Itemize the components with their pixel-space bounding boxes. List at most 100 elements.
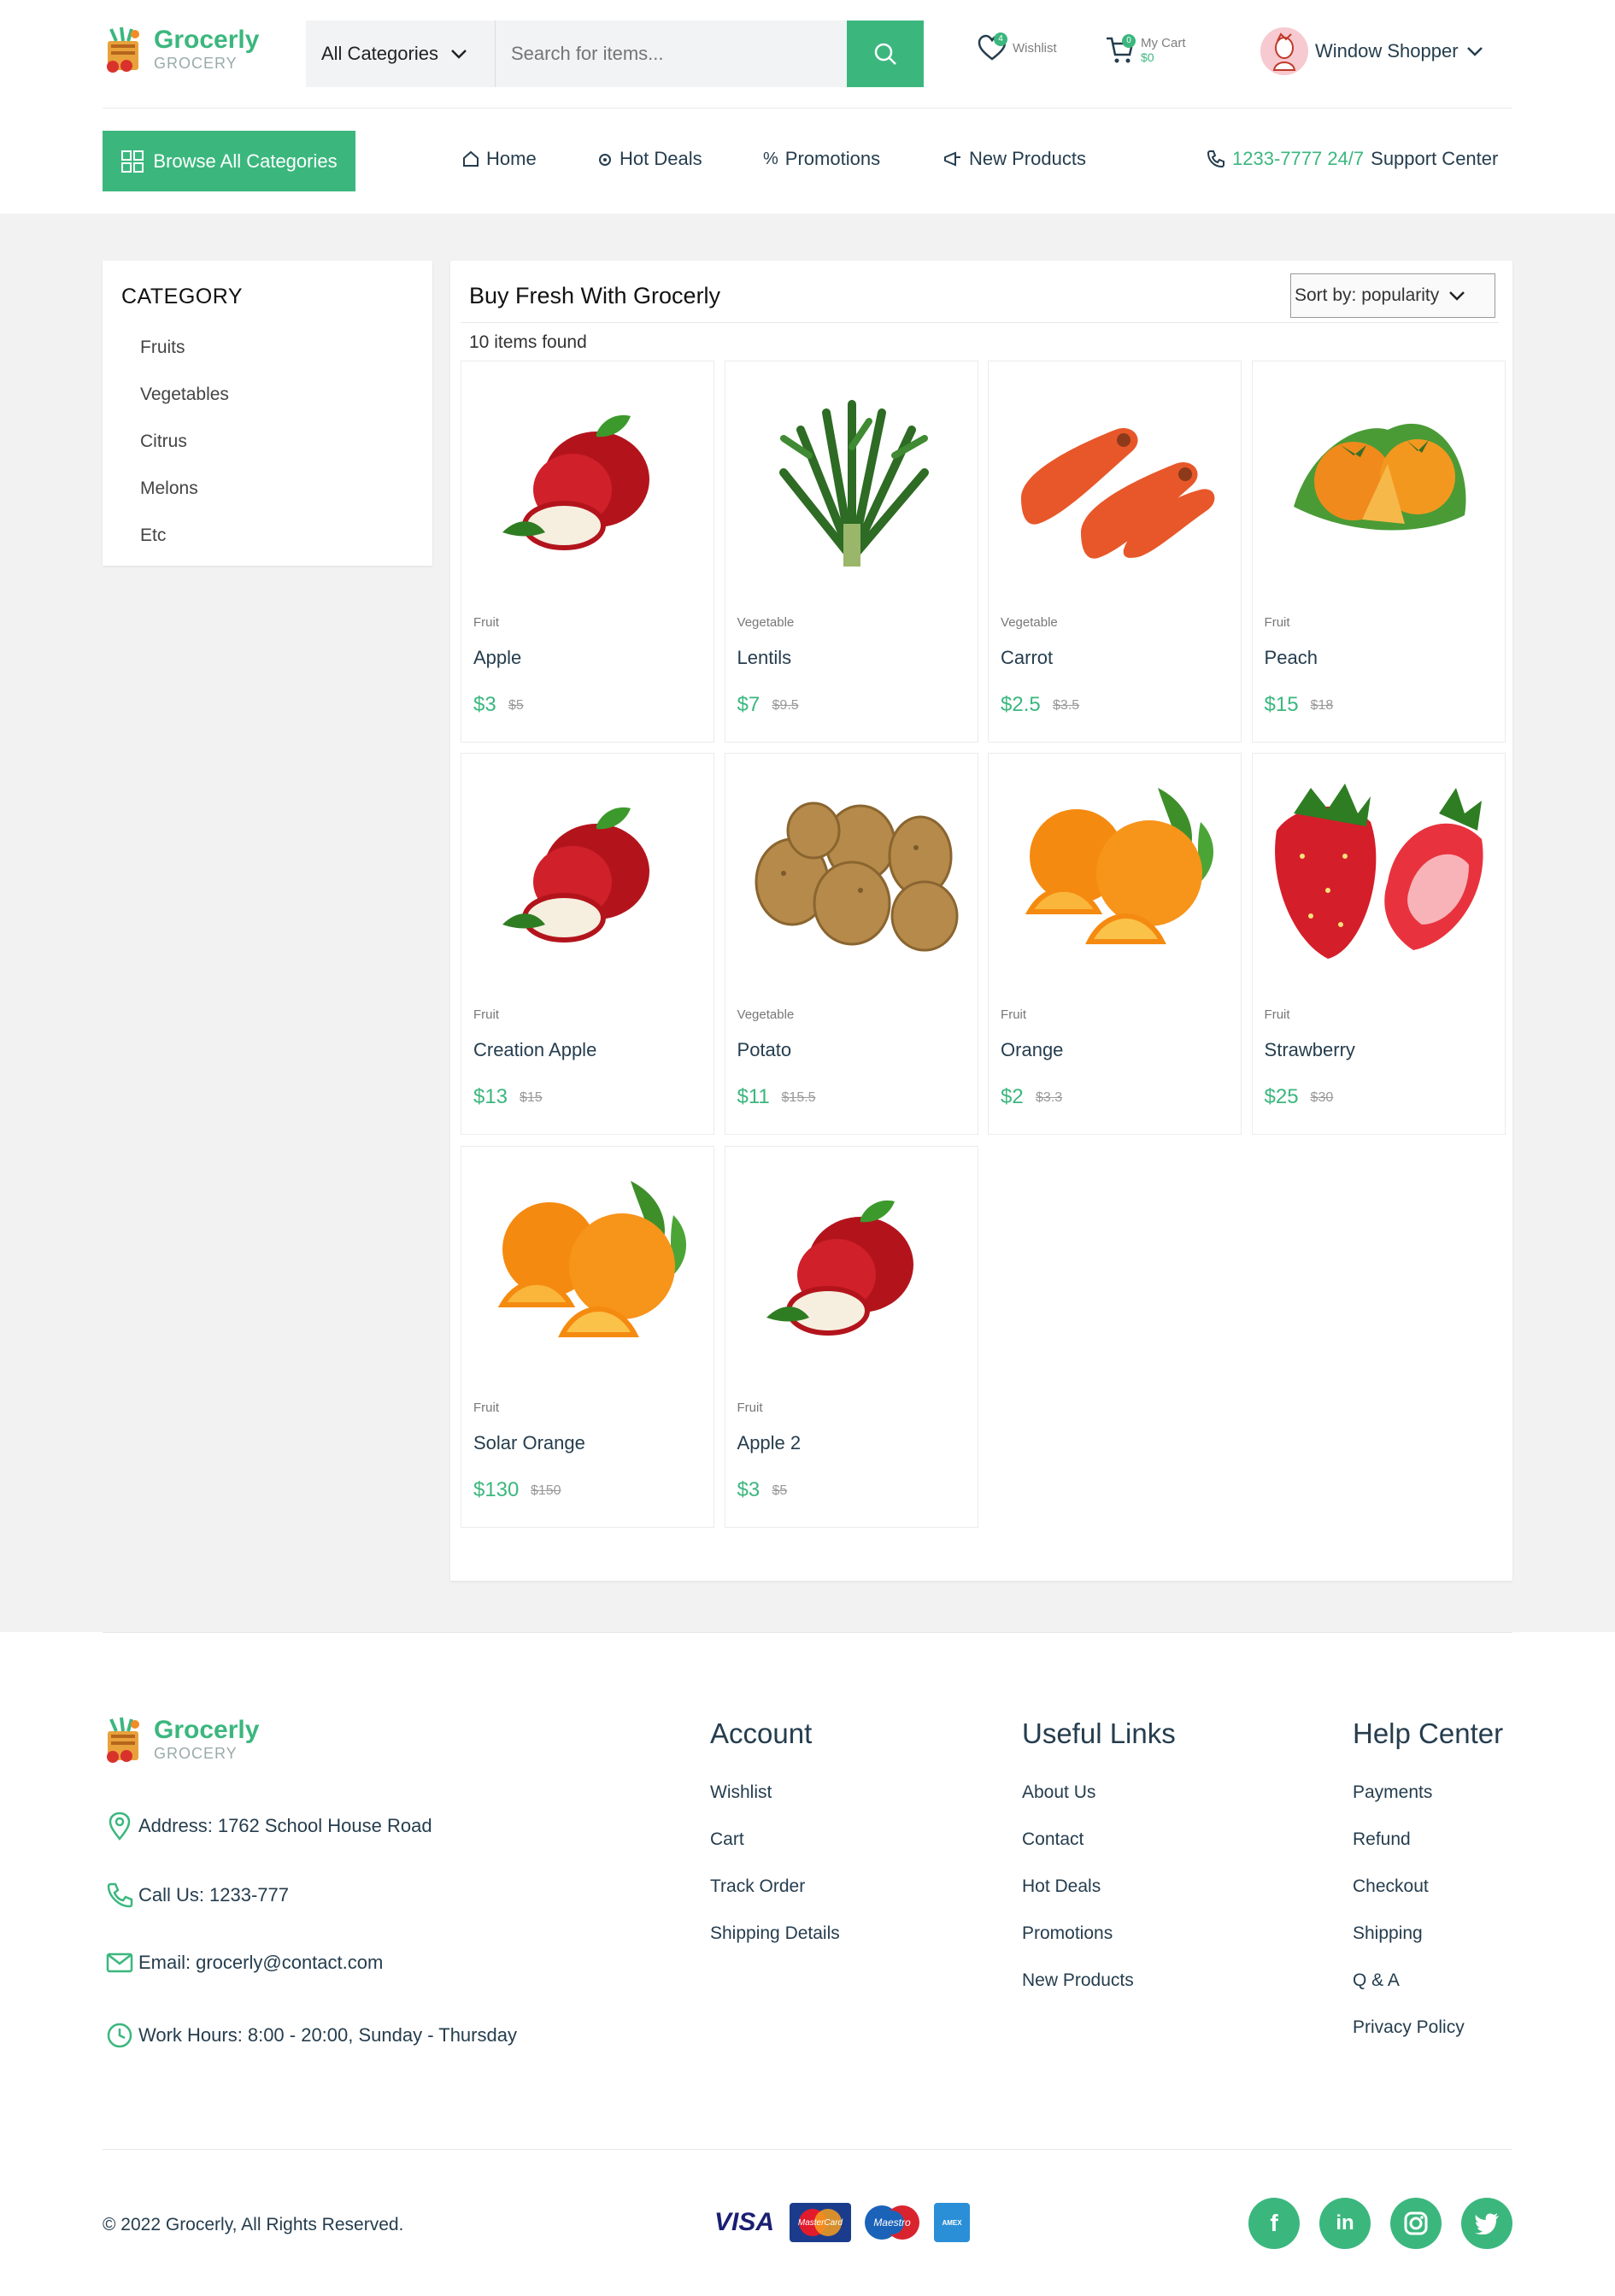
chevron-down-icon <box>451 50 467 59</box>
email-value[interactable]: grocerly@contact.com <box>196 1952 383 1974</box>
product-image-persimmon[interactable] <box>1260 370 1499 584</box>
product-name[interactable]: Orange <box>1001 1039 1063 1061</box>
user-name: Window Shopper <box>1315 40 1459 62</box>
nav-home[interactable]: Home <box>462 148 537 170</box>
browse-categories-button[interactable]: Browse All Categories <box>103 131 355 191</box>
product-image-apple[interactable] <box>468 370 708 584</box>
megaphone-icon <box>944 151 960 167</box>
category-item-vegetables[interactable]: Vegetables <box>140 378 229 425</box>
product-name[interactable]: Strawberry <box>1265 1039 1355 1061</box>
product-name[interactable]: Apple 2 <box>737 1432 802 1454</box>
footer-brand-name: Grocerly <box>154 1716 260 1744</box>
category-item-citrus[interactable]: Citrus <box>140 425 229 472</box>
footer-link-new-products[interactable]: New Products <box>1022 1970 1176 2017</box>
mastercard-label: MasterCard <box>797 2217 843 2228</box>
product-old-price: $5 <box>508 698 524 713</box>
footer-link-about[interactable]: About Us <box>1022 1782 1176 1829</box>
footer-link-promotions[interactable]: Promotions <box>1022 1923 1176 1970</box>
copyright: © 2022 Grocerly, All Rights Reserved. <box>103 2215 404 2234</box>
product-image-orange[interactable] <box>995 762 1235 976</box>
support-link[interactable]: 1233-7777 24/7 Support Center <box>1207 148 1498 170</box>
product-card[interactable]: Vegetable Lentils $7 $9.5 <box>724 361 978 743</box>
product-name[interactable]: Solar Orange <box>473 1432 585 1454</box>
category-item-melons[interactable]: Melons <box>140 472 229 519</box>
facebook-icon[interactable]: f <box>1248 2198 1300 2249</box>
footer-top-divider <box>103 1632 1512 1633</box>
product-price: $25 <box>1264 1085 1299 1109</box>
product-image-carrot[interactable] <box>995 370 1235 584</box>
footer-link-qa[interactable]: Q & A <box>1353 1970 1503 2017</box>
category-sidebar: CATEGORY Fruits Vegetables Citrus Melons… <box>103 261 432 566</box>
category-item-etc[interactable]: Etc <box>140 519 229 566</box>
footer-link-payments[interactable]: Payments <box>1353 1782 1503 1829</box>
product-name[interactable]: Peach <box>1265 647 1318 669</box>
location-pin-icon <box>109 1812 131 1841</box>
product-name[interactable]: Creation Apple <box>473 1039 596 1061</box>
product-card[interactable]: Vegetable Potato $11 $15.5 <box>724 753 978 1136</box>
nav-hot-deals[interactable]: Hot Deals <box>597 148 702 170</box>
product-image-apple[interactable] <box>468 762 708 976</box>
cart-link[interactable]: 0 My Cart $0 <box>1105 34 1186 65</box>
footer-link-track-order[interactable]: Track Order <box>710 1876 840 1923</box>
wishlist-count: 4 <box>994 32 1007 46</box>
wishlist-link[interactable]: 4 Wishlist <box>977 32 1057 63</box>
footer-link-checkout[interactable]: Checkout <box>1353 1876 1503 1923</box>
address-label: Address: <box>138 1815 213 1836</box>
product-image-strawberry[interactable] <box>1260 762 1499 976</box>
brand-logo[interactable]: Grocerly GROCERY <box>104 26 259 73</box>
footer-link-contact[interactable]: Contact <box>1022 1829 1176 1876</box>
product-card[interactable]: Fruit Strawberry $25 $30 <box>1251 753 1506 1136</box>
footer-link-cart[interactable]: Cart <box>710 1829 840 1876</box>
product-price: $2.5 <box>1001 693 1041 716</box>
product-card[interactable]: Fruit Peach $15 $18 <box>1251 361 1506 743</box>
search-button[interactable] <box>847 21 924 87</box>
cart-total: $0 <box>1141 50 1154 64</box>
search-input[interactable] <box>496 21 847 87</box>
footer-link-hot-deals[interactable]: Hot Deals <box>1022 1876 1176 1923</box>
amex-logo: AMEX <box>934 2203 970 2242</box>
product-name[interactable]: Apple <box>473 647 521 669</box>
instagram-icon[interactable] <box>1390 2198 1442 2249</box>
mastercard-logo: MasterCard <box>790 2203 851 2242</box>
search-bar: All Categories <box>306 21 924 87</box>
clock-icon <box>107 2023 132 2048</box>
product-price: $2 <box>1001 1085 1024 1109</box>
sort-select[interactable]: Sort by: popularity <box>1290 273 1495 318</box>
product-image-apple[interactable] <box>732 1155 972 1369</box>
footer-link-wishlist[interactable]: Wishlist <box>710 1782 840 1829</box>
product-name[interactable]: Potato <box>737 1039 792 1061</box>
nav-promotions[interactable]: % Promotions <box>763 148 880 170</box>
footer-logo[interactable]: Grocerly GROCERY <box>104 1716 259 1764</box>
product-image-orange[interactable] <box>468 1155 708 1369</box>
call-value[interactable]: 1233-777 <box>209 1884 289 1906</box>
basket-logo-icon <box>104 26 144 73</box>
linkedin-icon[interactable]: in <box>1319 2198 1371 2249</box>
footer-link-shipping-details[interactable]: Shipping Details <box>710 1923 840 1970</box>
site-header: Grocerly GROCERY All Categories 4 Wishli… <box>0 0 1615 214</box>
footer-link-privacy[interactable]: Privacy Policy <box>1353 2017 1503 2064</box>
category-select[interactable]: All Categories <box>306 21 496 87</box>
user-menu[interactable]: Window Shopper <box>1260 27 1484 75</box>
footer-link-shipping[interactable]: Shipping <box>1353 1923 1503 1970</box>
product-image-greens[interactable] <box>732 370 972 584</box>
nav-new-products[interactable]: New Products <box>943 148 1086 170</box>
product-card[interactable]: Vegetable Carrot $2.5 $3.5 <box>988 361 1242 743</box>
product-name[interactable]: Lentils <box>737 647 792 669</box>
products-title: Buy Fresh With Grocerly <box>469 283 721 308</box>
product-old-price: $15 <box>519 1090 543 1106</box>
product-card[interactable]: Fruit Apple 2 $3 $5 <box>724 1145 978 1528</box>
email-label: Email: <box>138 1952 191 1973</box>
product-card[interactable]: Fruit Apple $3 $5 <box>460 361 714 743</box>
twitter-icon[interactable] <box>1461 2198 1512 2249</box>
product-card[interactable]: Fruit Solar Orange $130 $150 <box>460 1145 714 1528</box>
product-category: Vegetable <box>737 615 795 630</box>
product-old-price: $5 <box>772 1483 788 1498</box>
product-name[interactable]: Carrot <box>1001 647 1053 669</box>
footer-link-refund[interactable]: Refund <box>1353 1829 1503 1876</box>
product-image-potato[interactable] <box>732 762 972 976</box>
product-card[interactable]: Fruit Creation Apple $13 $15 <box>460 753 714 1136</box>
main-content: CATEGORY Fruits Vegetables Citrus Melons… <box>0 214 1615 1632</box>
category-item-fruits[interactable]: Fruits <box>140 331 229 378</box>
product-card[interactable]: Fruit Orange $2 $3.3 <box>988 753 1242 1136</box>
footer-call: Call Us: 1233-777 <box>106 1882 289 1909</box>
